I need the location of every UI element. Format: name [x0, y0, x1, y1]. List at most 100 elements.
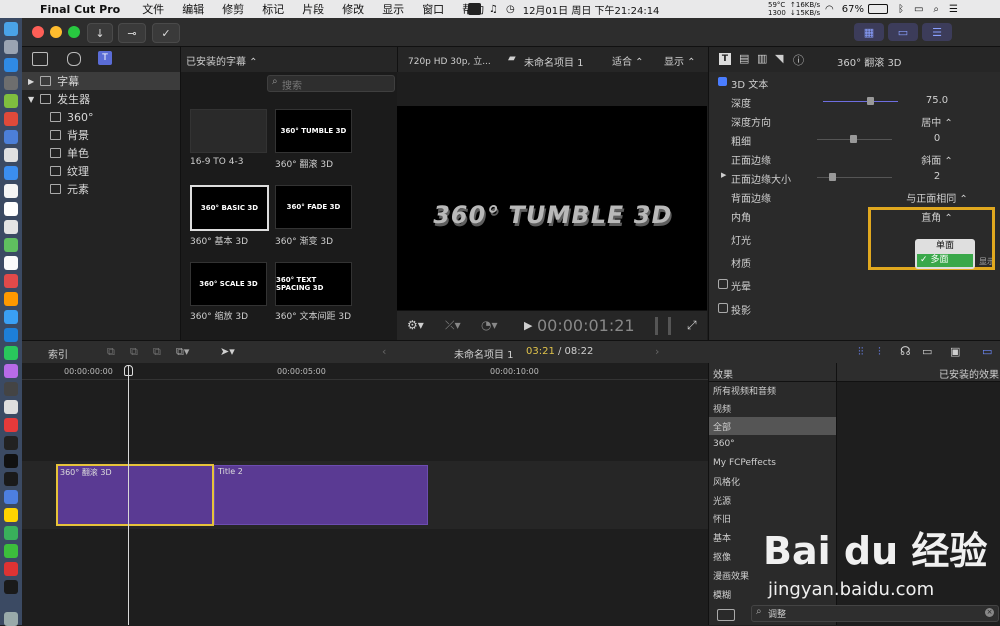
effects-browser-icon[interactable]: ▭: [982, 345, 992, 358]
menu-edit[interactable]: 编辑: [182, 1, 204, 17]
menubar-clock[interactable]: 12月01日 周日 下午21:24:14: [523, 2, 660, 17]
effects-category[interactable]: 光源: [709, 491, 837, 509]
app-icon-13[interactable]: [4, 346, 18, 360]
show-browser-button[interactable]: ▦: [854, 23, 884, 41]
snapping-icon[interactable]: ⫶: [878, 345, 881, 359]
effects-category[interactable]: 风格化: [709, 472, 837, 490]
title-inspector-icon[interactable]: ▤: [739, 52, 749, 65]
wechat-icon[interactable]: [4, 544, 18, 558]
app-icon-19[interactable]: [4, 472, 18, 486]
tray-app-icon[interactable]: [468, 3, 481, 15]
app-icon-21[interactable]: [4, 508, 18, 522]
libraries-icon[interactable]: [32, 52, 48, 66]
speed-icon[interactable]: ◔▾: [481, 318, 498, 332]
app-icon-6[interactable]: [4, 220, 18, 234]
checkbox-drop-shadow[interactable]: [718, 303, 728, 313]
solo-icon[interactable]: ▭: [922, 345, 932, 358]
launchpad-icon[interactable]: [4, 40, 18, 54]
app-icon-20[interactable]: [4, 490, 18, 504]
clip-appearance-icon[interactable]: ▣: [950, 345, 960, 358]
timeline[interactable]: 00:00:00:00 00:00:05:00 00:00:10:00 360°…: [22, 363, 708, 625]
tree-item-360[interactable]: 360°: [50, 108, 94, 126]
zoom-button[interactable]: [68, 26, 80, 38]
effects-category[interactable]: 360°: [709, 435, 837, 453]
depth-direction-popup[interactable]: 居中 ⌃: [887, 114, 987, 129]
title-thumb-fade[interactable]: 360° FADE 3D: [275, 185, 352, 229]
title-thumb-scale[interactable]: 360° SCALE 3D: [190, 262, 267, 306]
temp-readout[interactable]: 59°C 1300: [768, 0, 786, 18]
app-icon-2[interactable]: [4, 130, 18, 144]
app-icon-14[interactable]: [4, 364, 18, 378]
app-icon-10[interactable]: [4, 292, 18, 306]
playhead-handle[interactable]: [124, 365, 133, 376]
menu-view[interactable]: 显示: [382, 1, 404, 17]
tree-item-backgrounds[interactable]: 背景: [50, 126, 89, 144]
menu-window[interactable]: 窗口: [422, 1, 444, 17]
import-button[interactable]: ↓: [87, 23, 113, 43]
history-forward-icon[interactable]: ›: [655, 345, 659, 358]
chrome-icon[interactable]: [4, 112, 18, 126]
color-inspector-icon[interactable]: ◥: [775, 52, 783, 65]
effects-category[interactable]: My FCPeffects: [709, 454, 837, 472]
menu-clip[interactable]: 片段: [302, 1, 324, 17]
text-inspector-icon[interactable]: T: [719, 53, 731, 65]
back-edge-popup[interactable]: 与正面相同 ⌃: [887, 190, 987, 205]
app-icon-9[interactable]: [4, 274, 18, 288]
timecode-display[interactable]: 00:00:01:21: [537, 316, 635, 335]
playhead[interactable]: [128, 365, 129, 625]
wifi-icon[interactable]: ◠: [825, 4, 834, 15]
title-thumb-text-spacing[interactable]: 360° TEXT SPACING 3D: [275, 262, 352, 306]
trash-icon[interactable]: [4, 612, 18, 626]
title-thumb-16-9[interactable]: [190, 109, 267, 153]
tree-item-textures[interactable]: 纹理: [50, 162, 89, 180]
app-icon-16[interactable]: [4, 400, 18, 414]
app-icon-11[interactable]: [4, 310, 18, 324]
trim-icon[interactable]: ⤫▾: [445, 318, 461, 333]
weight-slider-knob[interactable]: [850, 135, 857, 143]
menu-file[interactable]: 文件: [142, 1, 164, 17]
depth-value[interactable]: 75.0: [887, 95, 987, 106]
finder-icon[interactable]: [4, 22, 18, 36]
app-icon-8[interactable]: [4, 256, 18, 270]
app-icon-24[interactable]: [4, 580, 18, 594]
battery-percent[interactable]: 67%: [842, 4, 864, 15]
titles-generators-icon[interactable]: T: [98, 51, 112, 65]
title-thumb-tumble[interactable]: 360° TUMBLE 3D: [275, 109, 352, 153]
calendar-icon[interactable]: [4, 202, 18, 216]
battery-icon[interactable]: [867, 4, 888, 14]
show-timeline-button[interactable]: ▭: [888, 23, 918, 41]
effects-category[interactable]: 所有视频和音频: [709, 381, 837, 399]
photos-audio-icon[interactable]: [67, 52, 81, 66]
close-button[interactable]: [32, 26, 44, 38]
app-icon-12[interactable]: [4, 328, 18, 342]
checkbox-glow[interactable]: [718, 279, 728, 289]
timeline-index-button[interactable]: 索引: [48, 346, 68, 361]
tree-item-titles[interactable]: ▶ 字幕: [22, 72, 180, 90]
clock-icon[interactable]: ◷: [506, 4, 515, 15]
depth-slider-knob[interactable]: [867, 97, 874, 105]
terminal-icon[interactable]: [4, 454, 18, 468]
search-input[interactable]: 搜索: [282, 77, 302, 92]
timeline-clip-title-2[interactable]: Title 2: [214, 465, 428, 525]
audio-skimming-icon[interactable]: ☊: [900, 344, 911, 358]
airplay-icon[interactable]: ▭: [914, 4, 923, 15]
app-icon-23[interactable]: [4, 562, 18, 576]
bluetooth-icon[interactable]: ᛒ: [898, 4, 904, 15]
view-options-popup[interactable]: 显示 ⌃: [664, 53, 696, 68]
menu-trim[interactable]: 修剪: [222, 1, 244, 17]
search-field[interactable]: ⌕ 搜索: [267, 75, 395, 92]
history-back-icon[interactable]: ‹: [382, 345, 386, 358]
select-tool-icon[interactable]: ➤▾: [220, 345, 235, 358]
front-edge-popup[interactable]: 斜面 ⌃: [887, 152, 987, 167]
append-clip-icon[interactable]: ⧉: [153, 345, 161, 359]
app-icon-7[interactable]: [4, 238, 18, 252]
overwrite-clip-icon[interactable]: ⧉▾: [176, 345, 189, 359]
background-tasks-button[interactable]: ✓: [152, 23, 180, 43]
disclosure-icon[interactable]: ▶: [721, 171, 726, 179]
edge-size-slider-knob[interactable]: [829, 173, 836, 181]
menu-extra-icon[interactable]: ☰: [949, 4, 958, 15]
tree-item-elements[interactable]: 元素: [50, 180, 89, 198]
app-icon-5[interactable]: [4, 184, 18, 198]
menu-item-single-sided[interactable]: 单面: [915, 240, 975, 253]
disclosure-icon[interactable]: ▶: [28, 77, 34, 86]
